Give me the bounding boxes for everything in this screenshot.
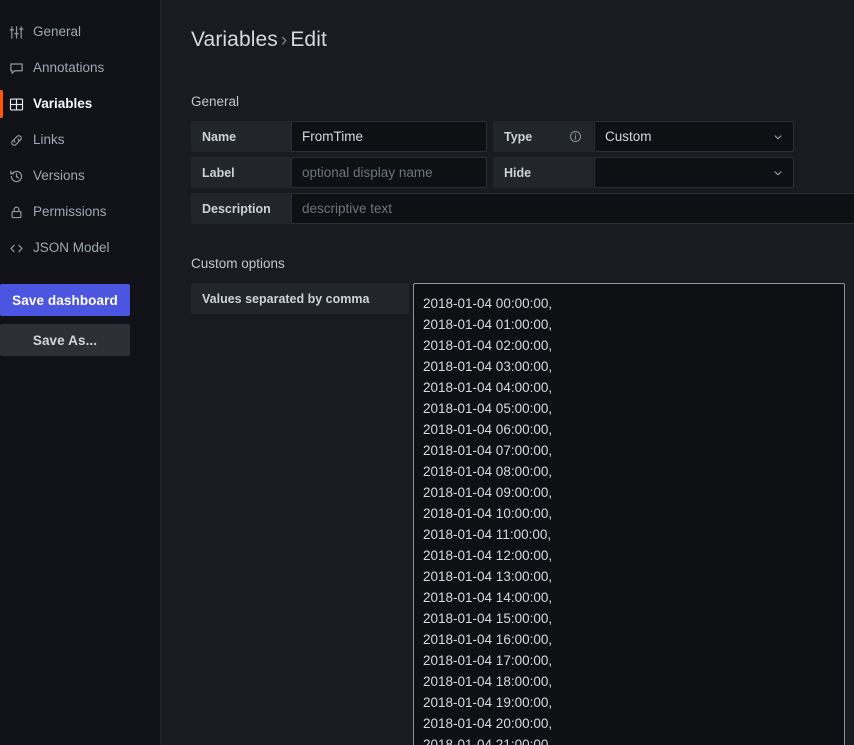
sidebar-item-links[interactable]: Links [0,126,160,154]
table-icon [9,97,24,112]
hide-label: Hide [493,157,593,188]
sidebar-item-label: General [33,24,82,40]
sidebar-item-variables[interactable]: Variables [0,90,160,118]
type-group: Type Custom [493,121,794,152]
values-label: Values separated by comma [191,283,409,314]
breadcrumb-parent: Variables [191,28,278,51]
sidebar-item-annotations[interactable]: Annotations [0,54,160,82]
sidebar-item-json-model[interactable]: JSON Model [0,234,160,262]
comment-icon [9,61,24,76]
page-title: Variables › Edit [191,28,854,52]
save-as-button[interactable]: Save As... [0,324,130,356]
breadcrumb-separator: › [280,30,288,51]
sidebar-item-label: Permissions [33,204,107,220]
name-row: Name Type Custom [191,121,854,152]
sidebar-item-label: Versions [33,168,85,184]
custom-options-heading: Custom options [191,256,285,271]
sidebar-item-label: Variables [33,96,93,112]
custom-options-section: Custom options Values separated by comma [191,256,854,745]
description-input[interactable] [291,193,854,224]
settings-main-panel: Variables›Edit General Name Type [161,0,854,745]
settings-sidebar: General Annotations Variables Links Vers… [0,0,161,745]
link-icon [9,133,24,148]
values-textarea[interactable] [413,283,845,745]
sidebar-item-label: Links [33,132,65,148]
sidebar-item-general[interactable]: General [0,18,160,46]
name-label: Name [191,121,291,152]
description-row: Description [191,193,854,224]
type-label-text: Type [504,129,533,144]
type-label: Type [493,121,593,152]
info-circle-icon[interactable] [569,130,582,143]
values-row: Values separated by comma [191,283,854,745]
hide-select[interactable] [594,157,794,188]
sidebar-item-label: Annotations [33,60,105,76]
code-icon [9,241,24,256]
save-dashboard-button[interactable]: Save dashboard [0,284,130,316]
sidebar-item-label: JSON Model [33,240,110,256]
sidebar-item-versions[interactable]: Versions [0,162,160,190]
sliders-icon [9,25,24,40]
name-input[interactable] [291,121,487,152]
general-section: General Name Type [191,94,854,224]
history-icon [9,169,24,184]
type-select[interactable]: Custom [594,121,794,152]
chevron-down-icon [772,167,784,179]
breadcrumb-current: Edit [290,28,327,51]
label-label: Label [191,157,291,188]
description-label: Description [191,193,291,224]
hide-group: Hide [493,157,794,188]
lock-icon [9,205,24,220]
dashboard-settings-page: General Annotations Variables Links Vers… [0,0,854,745]
general-heading: General [191,94,240,109]
label-row: Label Hide [191,157,854,188]
chevron-down-icon [772,131,784,143]
type-select-value: Custom [605,129,652,144]
label-input[interactable] [291,157,487,188]
sidebar-item-permissions[interactable]: Permissions [0,198,160,226]
